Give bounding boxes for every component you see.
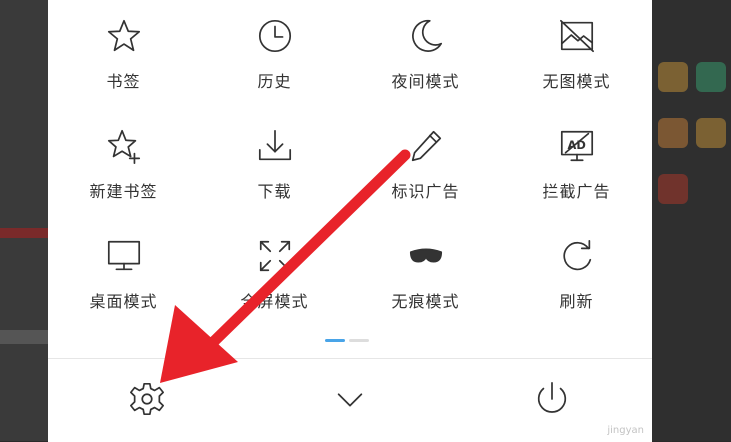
menu-bottom-bar: jingyan — [48, 358, 652, 442]
watermark: jingyan — [607, 425, 644, 436]
menu-item-label: 下载 — [257, 182, 292, 201]
menu-item-label: 书签 — [106, 72, 141, 91]
menu-item-new-bookmark[interactable]: 新建书签 — [48, 110, 199, 210]
page-dot[interactable] — [349, 339, 369, 342]
menu-item-label: 新建书签 — [89, 182, 158, 201]
menu-item-bookmarks[interactable]: 书签 — [48, 0, 199, 100]
menu-item-label: 无痕模式 — [391, 292, 460, 311]
menu-item-night-mode[interactable]: 夜间模式 — [350, 0, 501, 100]
star-icon — [104, 16, 144, 56]
menu-item-history[interactable]: 历史 — [199, 0, 350, 100]
background-page-right — [652, 0, 731, 441]
menu-item-label: 桌面模式 — [89, 292, 158, 311]
menu-item-fullscreen-mode[interactable]: 全屏模式 — [199, 220, 350, 320]
menu-item-desktop-mode[interactable]: 桌面模式 — [48, 220, 199, 320]
fullscreen-icon — [255, 236, 295, 276]
svg-text:AD: AD — [567, 138, 585, 152]
menu-item-label: 刷新 — [559, 292, 594, 311]
refresh-icon — [557, 236, 597, 276]
pencil-icon — [406, 126, 446, 166]
no-image-icon — [557, 16, 597, 56]
menu-item-refresh[interactable]: 刷新 — [501, 220, 652, 320]
page-dot-active[interactable] — [325, 339, 345, 342]
download-icon — [255, 126, 295, 166]
menu-item-mark-ads[interactable]: 标识广告 — [350, 110, 501, 210]
ad-block-icon: AD — [557, 126, 597, 166]
menu-item-download[interactable]: 下载 — [199, 110, 350, 210]
collapse-menu-button[interactable] — [328, 379, 372, 423]
exit-button[interactable] — [530, 379, 574, 423]
clock-icon — [255, 16, 295, 56]
moon-icon — [406, 16, 446, 56]
gear-icon — [128, 380, 166, 422]
background-page-left — [0, 0, 48, 441]
menu-item-label: 标识广告 — [391, 182, 460, 201]
menu-item-label: 无图模式 — [542, 72, 611, 91]
menu-item-incognito-mode[interactable]: 无痕模式 — [350, 220, 501, 320]
menu-item-label: 历史 — [257, 72, 292, 91]
menu-grid: 书签 历史 夜间模式 无图模式 新建书签 下载 标识广告 AD 拦截广告 桌面模… — [48, 0, 652, 330]
mask-icon — [406, 236, 446, 276]
settings-button[interactable] — [125, 379, 169, 423]
menu-item-label: 全屏模式 — [240, 292, 309, 311]
menu-item-label: 拦截广告 — [542, 182, 611, 201]
browser-menu-panel: 书签 历史 夜间模式 无图模式 新建书签 下载 标识广告 AD 拦截广告 桌面模… — [48, 0, 652, 442]
menu-item-block-ads[interactable]: AD 拦截广告 — [501, 110, 652, 210]
page-indicator — [325, 339, 369, 342]
power-icon — [533, 380, 571, 422]
chevron-down-icon — [331, 380, 369, 422]
monitor-icon — [104, 236, 144, 276]
menu-item-label: 夜间模式 — [391, 72, 460, 91]
star-plus-icon — [104, 126, 144, 166]
menu-item-no-image-mode[interactable]: 无图模式 — [501, 0, 652, 100]
